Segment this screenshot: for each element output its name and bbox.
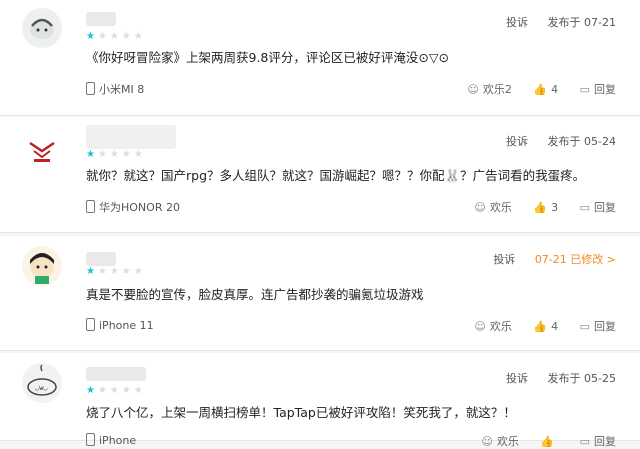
device-name: iPhone 11 (99, 319, 154, 332)
thumb-up-icon: 👍 (533, 201, 548, 214)
report-button[interactable]: 投诉 (493, 253, 515, 266)
reply-button[interactable]: ▭ 回复 (580, 433, 616, 449)
review-header-right: 投诉 发布于 05-24 (506, 133, 616, 149)
publish-date: 发布于 05-25 (548, 372, 616, 385)
rating-stars: ★★★★★ (86, 31, 146, 42)
review-actions: ☺ 欢乐 👍 ▭ 回复 (463, 433, 616, 449)
phone-icon (86, 200, 95, 213)
smiley-icon: ☺ (481, 435, 493, 448)
reply-icon: ▭ (579, 201, 590, 214)
avatar[interactable] (22, 131, 62, 171)
reply-label: 回复 (594, 435, 616, 448)
review-text: 《你好呀冒险家》上架两周获9.8评分，评论区已被好评淹没⊙▽⊙ (86, 50, 449, 65)
published-label: 发布于 (547, 372, 581, 385)
device-name: iPhone (99, 434, 137, 447)
username-blurred[interactable] (86, 367, 146, 381)
review-actions: ☺ 欢乐2 👍 4 ▭ 回复 (449, 81, 616, 97)
fun-label: 欢乐 (489, 320, 512, 333)
reply-button[interactable]: ▭ 回复 (580, 318, 616, 334)
review-card: ★★★★★ 投诉 07-21 已修改 > 真是不要脸的宣传，脸皮真厚。连广告都抄… (0, 236, 640, 351)
username-blurred[interactable] (86, 252, 116, 266)
reply-label: 回复 (594, 83, 616, 96)
username-blurred[interactable] (86, 125, 176, 149)
review-card: ◡w◡ ★★★★★ 投诉 发布于 05-25 烧了八个亿，上架一周横扫榜单！Ta… (0, 353, 640, 448)
thumb-up-icon: 👍 (533, 320, 548, 333)
publish-date: 发布于 05-24 (548, 135, 616, 148)
phone-icon (86, 82, 95, 95)
review-text: 真是不要脸的宣传，脸皮真厚。连广告都抄袭的骗氪垃圾游戏 (86, 287, 424, 302)
published-label: 发布于 (547, 16, 581, 29)
report-button[interactable]: 投诉 (506, 135, 528, 148)
device-info: iPhone (86, 433, 136, 447)
review-card: ★★★★★ 投诉 发布于 07-21 《你好呀冒险家》上架两周获9.8评分，评论… (0, 0, 640, 116)
review-text: 就你？就这？国产rpg？多人组队？就这？国游崛起？嗯？？你配🐰？广告词看的我蛋疼… (86, 168, 586, 183)
fun-label: 欢乐 (496, 435, 519, 448)
device-name: 小米MI 8 (99, 83, 145, 96)
reply-icon: ▭ (579, 83, 590, 96)
reply-button[interactable]: ▭ 回复 (580, 199, 616, 215)
reply-label: 回复 (594, 320, 616, 333)
username-blurred[interactable] (86, 12, 116, 26)
edited-date[interactable]: 07-21 已修改 > (535, 253, 616, 266)
svg-text:◡w◡: ◡w◡ (35, 384, 48, 392)
avatar[interactable]: ◡w◡ (22, 363, 62, 403)
fun-label: 欢乐 (489, 201, 512, 214)
like-count: 4 (551, 83, 559, 96)
thumb-up-icon: 👍 (540, 435, 555, 448)
smiley-icon: ☺ (474, 320, 486, 333)
reply-icon: ▭ (579, 320, 590, 333)
reply-button[interactable]: ▭ 回复 (580, 81, 616, 97)
review-card: ★★★★★ 投诉 发布于 05-24 就你？就这？国产rpg？多人组队？就这？国… (0, 117, 640, 233)
device-info: iPhone 11 (86, 318, 154, 332)
smiley-icon: ☺ (467, 83, 479, 96)
review-header-right: 投诉 发布于 07-21 (506, 14, 616, 30)
fun-button[interactable]: ☺ 欢乐 (481, 433, 518, 449)
report-button[interactable]: 投诉 (506, 16, 528, 29)
like-button[interactable]: 👍 4 (533, 320, 558, 333)
avatar[interactable] (22, 8, 62, 48)
rating-stars: ★★★★★ (86, 266, 146, 277)
fun-button[interactable]: ☺ 欢乐2 (467, 81, 511, 97)
review-text: 烧了八个亿，上架一周横扫榜单！TapTap已被好评攻陷！笑死我了，就这？！ (86, 405, 516, 420)
review-header-right: 投诉 发布于 05-25 (506, 370, 616, 386)
like-button[interactable]: 👍 3 (533, 201, 558, 214)
reply-icon: ▭ (579, 435, 590, 448)
device-info: 华为HONOR 20 (86, 199, 180, 215)
review-header-right: 投诉 07-21 已修改 > (493, 251, 616, 267)
device-info: 小米MI 8 (86, 81, 144, 97)
device-name: 华为HONOR 20 (99, 201, 180, 214)
like-button[interactable]: 👍 4 (533, 83, 558, 96)
publish-date: 发布于 07-21 (548, 16, 616, 29)
review-actions: ☺ 欢乐 👍 3 ▭ 回复 (456, 199, 616, 215)
like-count: 4 (551, 320, 559, 333)
phone-icon (86, 318, 95, 331)
avatar[interactable] (22, 246, 62, 286)
edited-label: 已修改 > (570, 253, 616, 266)
date-value: 07-21 (534, 253, 567, 266)
smiley-icon: ☺ (474, 201, 486, 214)
like-count: 3 (551, 201, 559, 214)
date-value: 05-24 (584, 135, 616, 148)
date-value: 05-25 (584, 372, 616, 385)
fun-button[interactable]: ☺ 欢乐 (474, 318, 511, 334)
rating-stars: ★★★★★ (86, 149, 146, 160)
fun-label: 欢乐2 (482, 83, 512, 96)
thumb-up-icon: 👍 (533, 83, 548, 96)
fun-button[interactable]: ☺ 欢乐 (474, 199, 511, 215)
rating-stars: ★★★★★ (86, 385, 146, 396)
published-label: 发布于 (547, 135, 581, 148)
review-actions: ☺ 欢乐 👍 4 ▭ 回复 (456, 318, 616, 334)
like-button[interactable]: 👍 (540, 435, 558, 448)
report-button[interactable]: 投诉 (506, 372, 528, 385)
reply-label: 回复 (594, 201, 616, 214)
date-value: 07-21 (584, 16, 616, 29)
